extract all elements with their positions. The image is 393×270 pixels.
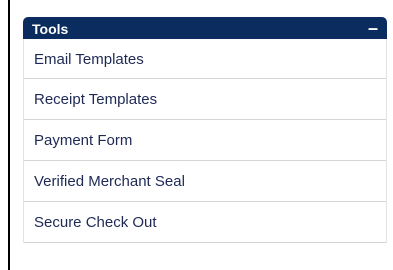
tools-panel-header[interactable]: Tools –	[23, 17, 387, 39]
menu-item-secure-check-out[interactable]: Secure Check Out	[24, 202, 386, 243]
menu-item-verified-merchant-seal[interactable]: Verified Merchant Seal	[24, 161, 386, 202]
tools-panel: Tools – Email Templates Receipt Template…	[23, 17, 387, 243]
menu-item-email-templates[interactable]: Email Templates	[24, 39, 386, 79]
tools-panel-title: Tools	[32, 21, 69, 37]
menu-item-payment-form[interactable]: Payment Form	[24, 120, 386, 161]
menu-item-receipt-templates[interactable]: Receipt Templates	[24, 79, 386, 120]
left-border-line	[8, 0, 10, 270]
tools-menu-list: Email Templates Receipt Templates Paymen…	[23, 39, 387, 243]
collapse-icon[interactable]: –	[368, 18, 378, 38]
